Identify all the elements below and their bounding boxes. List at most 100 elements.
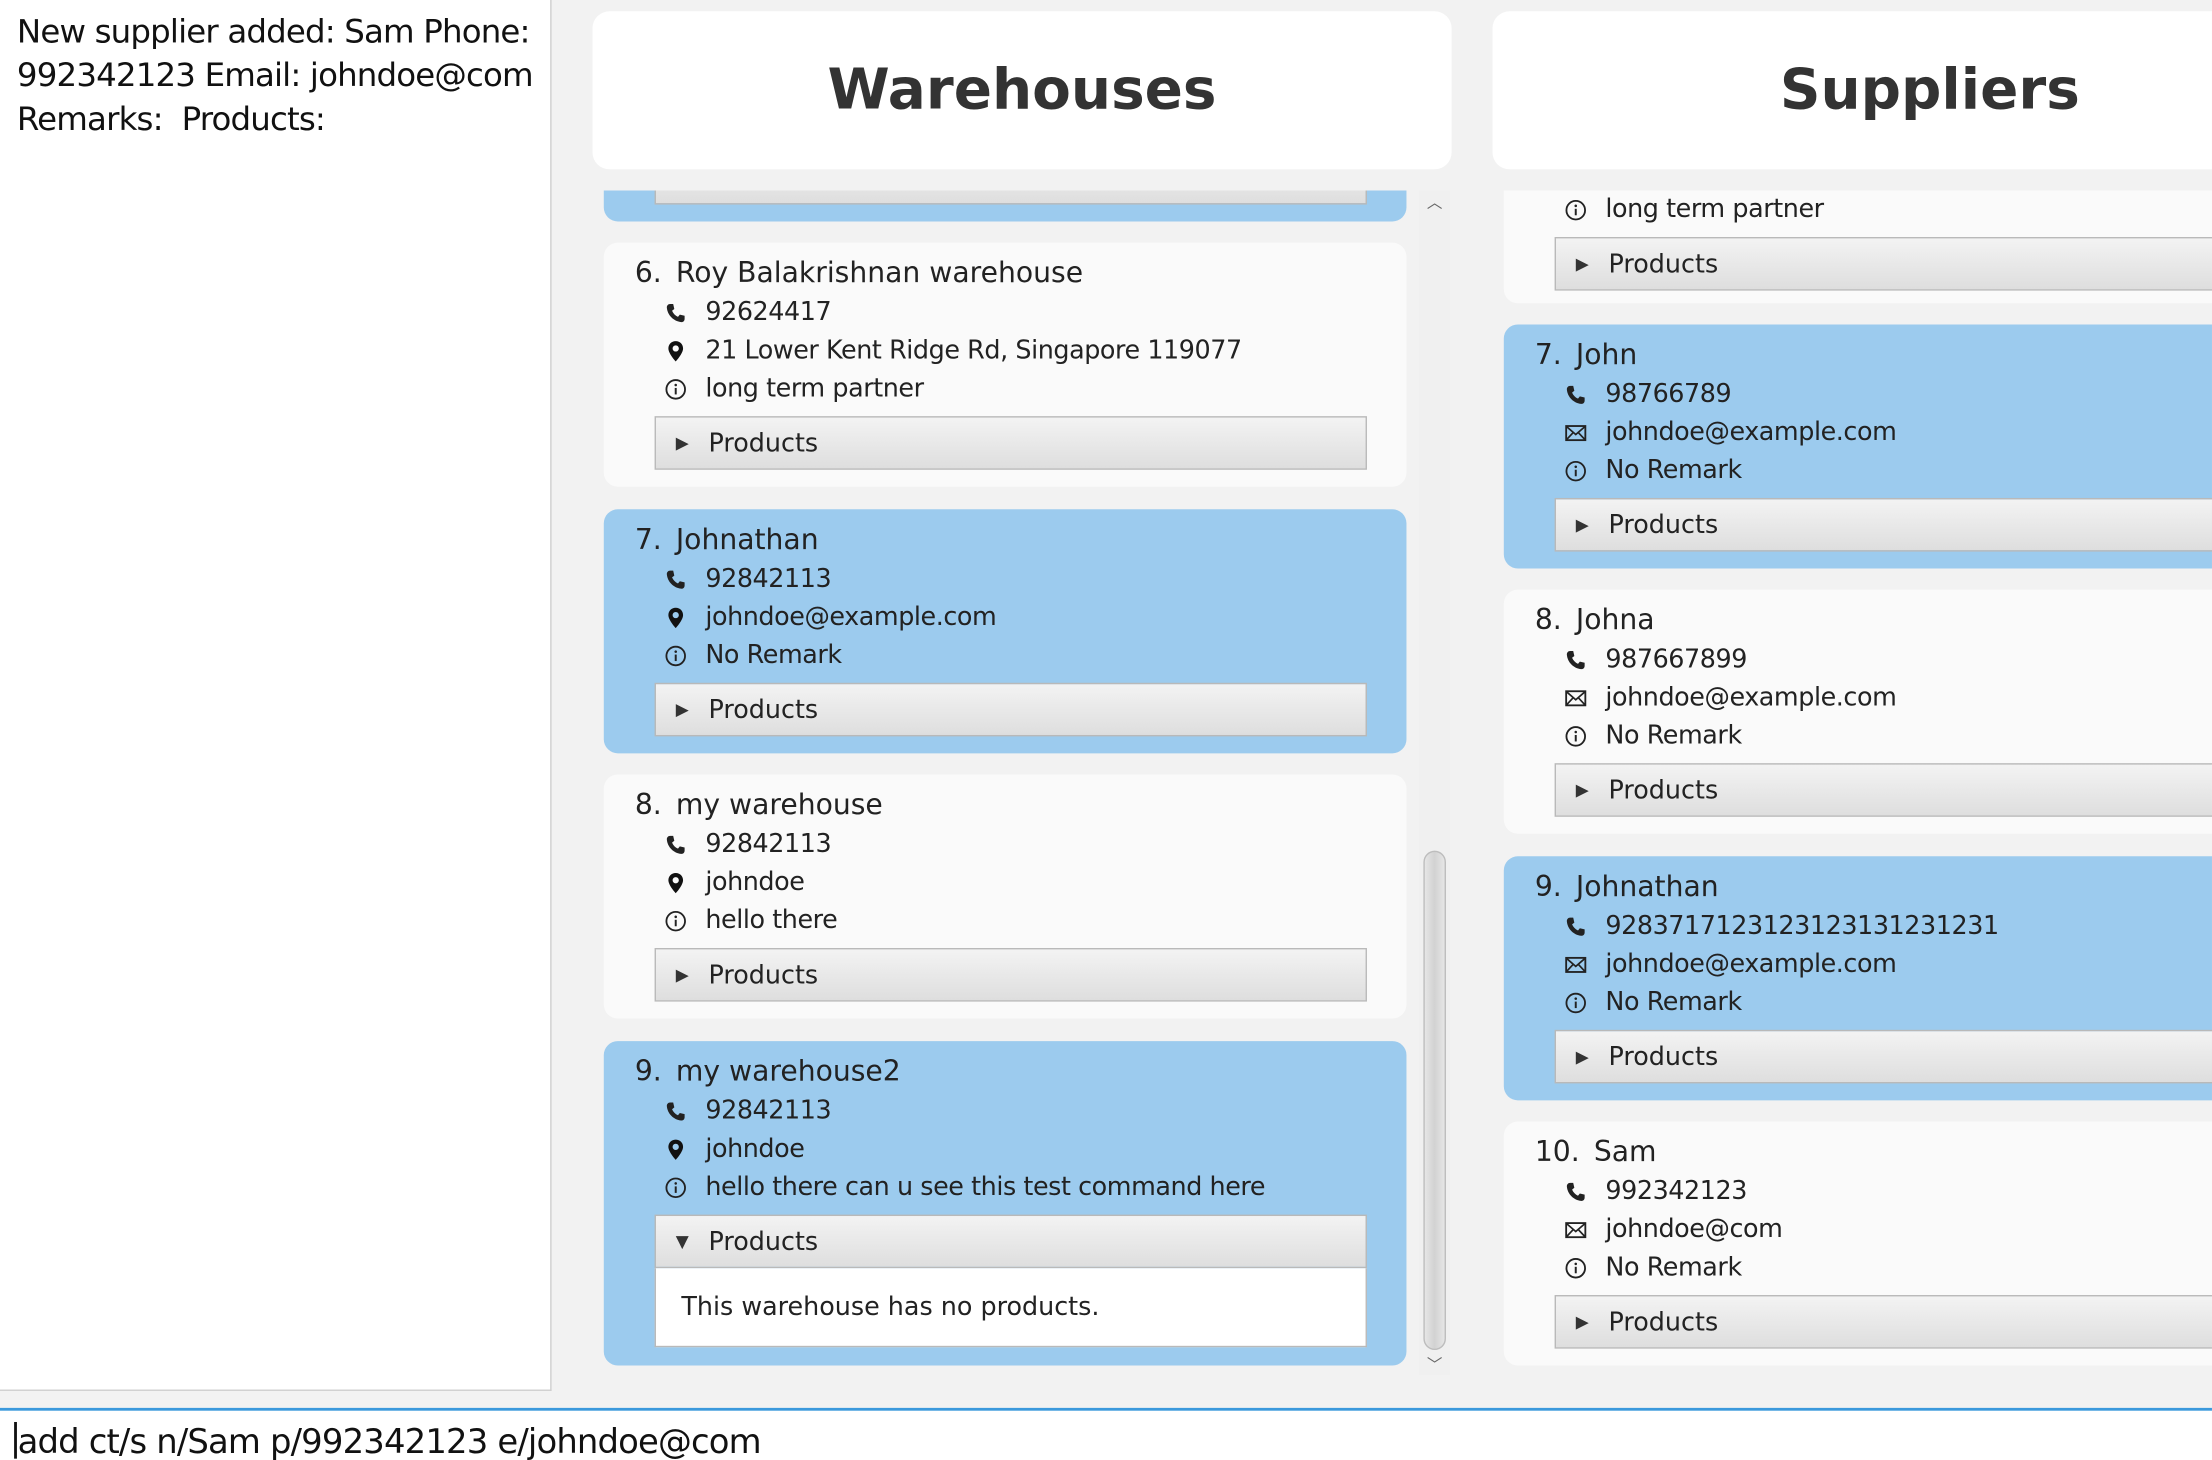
warehouse-address: johndoe (705, 867, 805, 898)
warehouse-scrollbar[interactable]: ︿ ﹀ (1419, 190, 1451, 1376)
info-icon (1563, 723, 1588, 748)
warehouse-list[interactable]: 6. Roy Balakrishnan warehouse 92624417 21… (592, 190, 1417, 1375)
supplier-name: Johnathan (1575, 868, 1719, 903)
envelope-icon (1563, 1217, 1588, 1242)
products-toggle[interactable]: ▶ Products (1554, 763, 2212, 817)
warehouse-remark: hello there (705, 905, 838, 936)
warehouse-name: Roy Balakrishnan warehouse (675, 255, 1084, 290)
phone-icon (1563, 1179, 1588, 1204)
warehouse-name: my warehouse (675, 787, 883, 822)
warehouse-card[interactable]: 6. Roy Balakrishnan warehouse 92624417 21… (603, 242, 1407, 487)
warehouse-name: my warehouse2 (675, 1053, 901, 1088)
warehouse-remark: hello there can u see this test command … (705, 1172, 1266, 1202)
warehouse-card[interactable]: 7. Johnathan 92842113 johndoe@example.com… (603, 509, 1407, 754)
envelope-icon (1563, 420, 1588, 445)
phone-icon (1563, 913, 1588, 938)
products-toggle[interactable]: ▶ Products (654, 682, 1367, 737)
warehouse-card-partial[interactable] (603, 190, 1407, 222)
warehouses-header: Warehouses (592, 11, 1452, 170)
card-index: 9. (634, 1053, 662, 1088)
supplier-remark: No Remark (1605, 455, 1742, 486)
supplier-remark: No Remark (1605, 720, 1742, 751)
info-icon (663, 643, 688, 668)
scroll-thumb[interactable] (1423, 850, 1446, 1351)
no-products-message: This warehouse has no products. (681, 1292, 1100, 1322)
products-toggle[interactable]: ▼ Products (654, 1214, 1367, 1269)
products-label: Products (708, 1226, 819, 1257)
warehouse-address: johndoe@example.com (705, 602, 997, 632)
app-window: New supplier added: Sam Phone: 992342123… (0, 0, 2212, 1460)
warehouses-title: Warehouses (827, 57, 1217, 123)
envelope-icon (1563, 952, 1588, 977)
supplier-email: johndoe@example.com (1605, 949, 1897, 980)
products-toggle[interactable]: ▶ Products (654, 416, 1367, 470)
warehouse-phone: 92624417 (705, 297, 832, 328)
supplier-phone: 987667899 (1605, 644, 1747, 675)
triangle-right-icon: ▶ (1575, 1046, 1589, 1067)
envelope-icon (1563, 685, 1588, 710)
phone-icon (663, 1098, 688, 1123)
command-text: add ct/s n/Sam p/992342123 e/johndoe@com (17, 1421, 762, 1460)
supplier-card[interactable]: 9. Johnathan 9283717123123123131231231 jo… (1503, 856, 2212, 1101)
supplier-remark: No Remark (1605, 1252, 1742, 1283)
phone-icon (663, 300, 688, 325)
suppliers-header: Suppliers (1492, 11, 2212, 170)
scroll-up-icon[interactable]: ︿ (1419, 190, 1450, 213)
triangle-down-icon: ▼ (675, 1231, 689, 1252)
warehouse-card[interactable]: 9. my warehouse2 92842113 johndoe hello t… (603, 1041, 1407, 1366)
products-toggle[interactable]: ▶ Products (1554, 236, 2212, 291)
warehouse-remark: No Remark (705, 640, 842, 671)
info-icon (1563, 990, 1588, 1015)
supplier-email: johndoe@example.com (1605, 682, 1897, 713)
supplier-card[interactable]: 10. Sam 992342123 johndoe@com No Remark ▶… (1503, 1121, 2212, 1366)
warehouse-card[interactable]: 8. my warehouse 92842113 johndoe hello th… (603, 774, 1407, 1019)
info-icon (663, 376, 688, 401)
map-pin-icon (663, 870, 688, 895)
command-input[interactable]: add ct/s n/Sam p/992342123 e/johndoe@com (0, 1407, 2212, 1460)
warehouse-remark: long term partner (705, 373, 924, 404)
card-index: 6. (634, 255, 662, 290)
products-toggle[interactable] (654, 190, 1367, 205)
card-index: 8. (1534, 602, 1562, 637)
products-label: Products (1608, 509, 1719, 540)
suppliers-title: Suppliers (1779, 57, 2080, 123)
scroll-down-icon[interactable]: ﹀ (1419, 1353, 1450, 1376)
info-icon (663, 908, 688, 933)
products-label: Products (708, 694, 819, 725)
phone-icon (1563, 647, 1588, 672)
triangle-right-icon: ▶ (1575, 1311, 1589, 1332)
products-toggle[interactable]: ▶ Products (1554, 1295, 2212, 1349)
triangle-right-icon: ▶ (1575, 514, 1589, 535)
warehouse-name: Johnathan (675, 521, 819, 556)
card-index: 7. (1534, 337, 1562, 372)
triangle-right-icon: ▶ (1575, 780, 1589, 800)
warehouse-phone: 92842113 (705, 564, 832, 594)
products-label: Products (1608, 1041, 1719, 1072)
card-index: 10. (1534, 1134, 1580, 1169)
products-content: This warehouse has no products. (654, 1268, 1367, 1348)
text-caret (14, 1421, 17, 1459)
products-toggle[interactable]: ▶ Products (1554, 497, 2212, 552)
supplier-card-partial[interactable]: long term partner ▶ Products (1503, 190, 2212, 304)
products-toggle[interactable]: ▶ Products (1554, 1029, 2212, 1084)
card-index: 7. (634, 521, 662, 556)
products-label: Products (708, 428, 819, 458)
products-label: Products (1608, 248, 1719, 279)
supplier-phone: 992342123 (1605, 1176, 1747, 1207)
supplier-card[interactable]: 8. Johna 987667899 johndoe@example.com No… (1503, 589, 2212, 834)
products-toggle[interactable]: ▶ Products (654, 947, 1367, 1002)
supplier-remark: long term partner (1605, 194, 1824, 225)
supplier-card[interactable]: 7. John 98766789 johndoe@example.com No R… (1503, 324, 2212, 569)
map-pin-icon (663, 1136, 688, 1161)
supplier-phone: 98766789 (1605, 379, 1732, 410)
warehouse-phone: 92842113 (705, 829, 832, 860)
supplier-name: Johna (1575, 602, 1655, 637)
result-message: New supplier added: Sam Phone: 992342123… (16, 14, 543, 139)
supplier-remark: No Remark (1605, 987, 1742, 1018)
card-index: 9. (1534, 868, 1562, 903)
supplier-name: Sam (1593, 1134, 1657, 1169)
supplier-list[interactable]: long term partner ▶ Products 7. John 98766… (1493, 190, 2212, 1375)
phone-icon (663, 566, 688, 591)
info-icon (1563, 1255, 1588, 1280)
warehouse-address: 21 Lower Kent Ridge Rd, Singapore 119077 (705, 335, 1242, 366)
